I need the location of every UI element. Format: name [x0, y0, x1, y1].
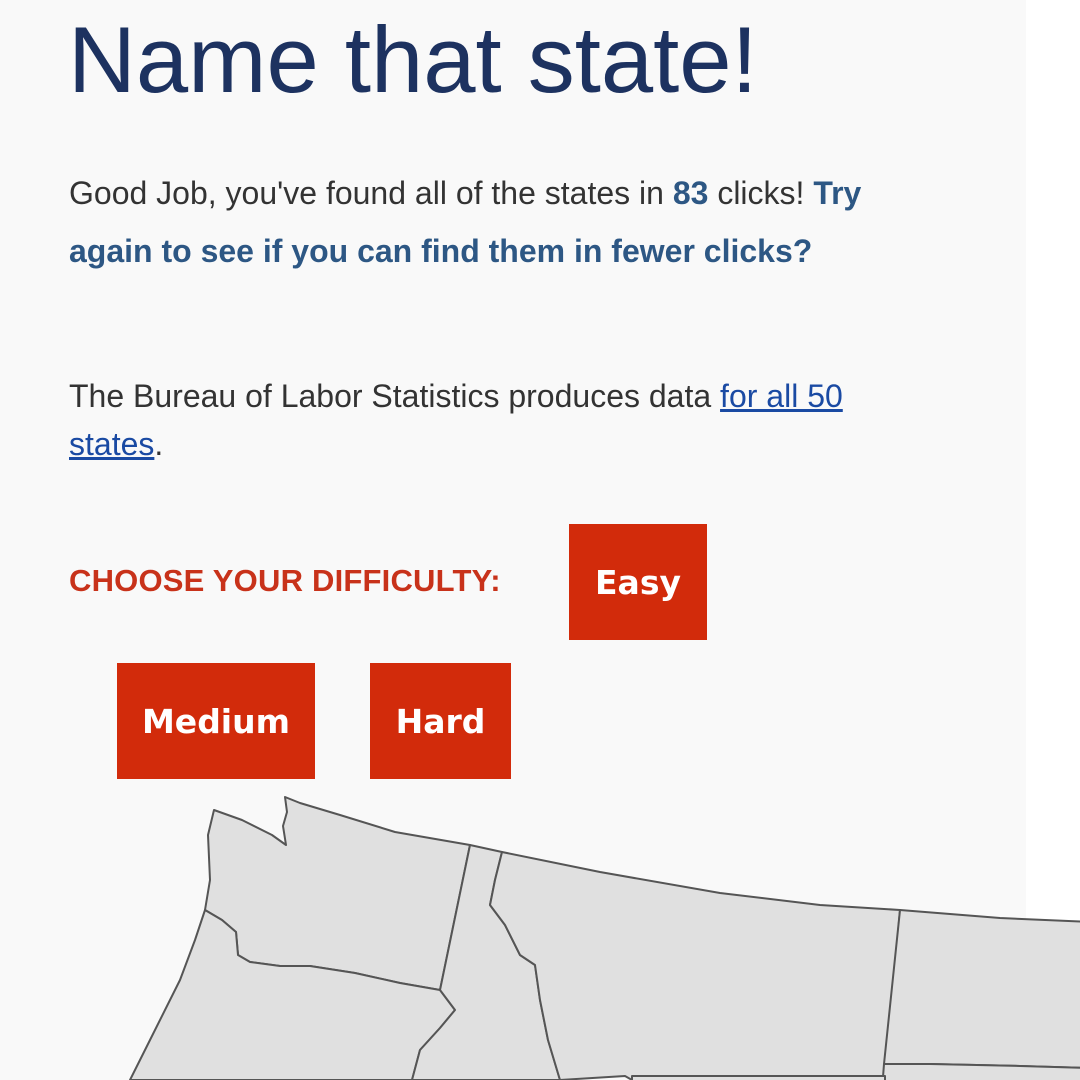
page-title: Name that state!: [68, 7, 758, 112]
state-south-dakota[interactable]: [881, 1063, 1080, 1080]
click-count: 83: [672, 175, 709, 211]
difficulty-label: CHOOSE YOUR DIFFICULTY:: [69, 563, 501, 598]
state-north-dakota[interactable]: [883, 909, 1080, 1069]
result-message: Good Job, you've found all of the states…: [69, 164, 939, 280]
us-states-map: [129, 796, 1080, 1080]
easy-button[interactable]: Easy: [569, 524, 707, 640]
result-prefix: Good Job, you've found all of the states…: [69, 175, 673, 211]
medium-button[interactable]: Medium: [117, 663, 315, 779]
bls-note: The Bureau of Labor Statistics produces …: [69, 372, 929, 468]
state-montana[interactable]: [489, 851, 901, 1080]
page: Name that state! Good Job, you've found …: [0, 0, 1080, 1080]
result-middle: clicks!: [708, 175, 814, 211]
bls-text: The Bureau of Labor Statistics produces …: [69, 378, 721, 414]
state-wyoming[interactable]: [631, 1075, 886, 1080]
hard-button[interactable]: Hard: [370, 663, 511, 779]
bls-period: .: [154, 426, 164, 462]
